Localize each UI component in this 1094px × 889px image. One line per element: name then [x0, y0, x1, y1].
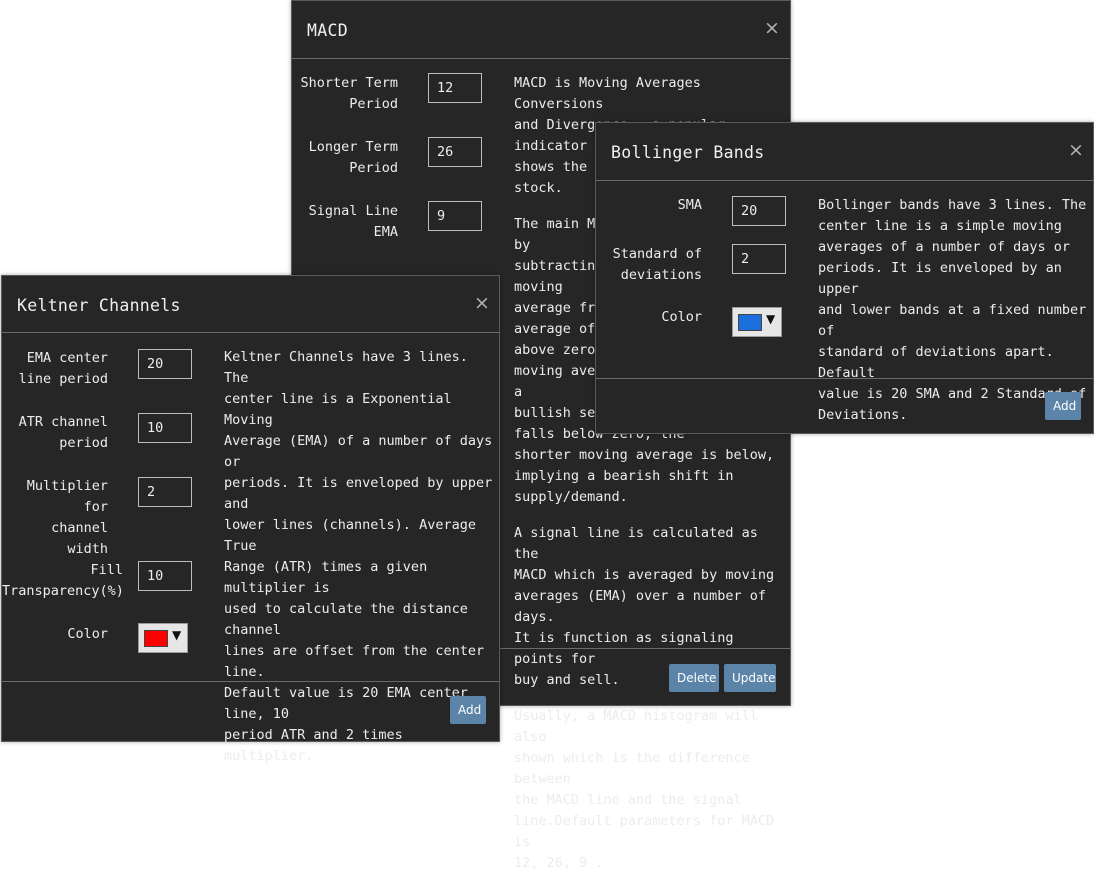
bollinger-title-divider	[596, 180, 1093, 181]
bollinger-dialog-title: Bollinger Bands	[611, 143, 765, 162]
bollinger-footer-divider	[596, 378, 1093, 379]
bollinger-dialog: Bollinger Bands × SMA Standard of deviat…	[595, 122, 1094, 434]
close-icon[interactable]: ×	[764, 19, 780, 38]
atr-channel-period-input[interactable]	[138, 413, 192, 443]
triangle-down-icon: ▼	[172, 628, 182, 642]
add-button[interactable]: Add	[450, 696, 486, 724]
fill-transparency-input[interactable]	[138, 561, 192, 591]
add-button[interactable]: Add	[1045, 392, 1081, 420]
close-icon[interactable]: ×	[474, 294, 490, 313]
longer-term-period-label: Longer Term Period	[308, 139, 398, 176]
macd-dialog-title: MACD	[307, 21, 348, 40]
keltner-dialog-title: Keltner Channels	[17, 296, 181, 315]
bollinger-color-picker[interactable]: ▼	[732, 307, 782, 337]
keltner-color-picker[interactable]: ▼	[138, 623, 188, 653]
sma-input[interactable]	[732, 196, 786, 226]
bollinger-color-label: Color	[661, 309, 702, 325]
color-swatch	[144, 630, 168, 647]
shorter-term-period-label: Shorter Term Period	[300, 75, 398, 112]
longer-term-period-input[interactable]	[428, 137, 482, 167]
keltner-dialog: Keltner Channels × EMA center line perio…	[1, 275, 500, 764]
standard-deviations-label: Standard of deviations	[612, 246, 702, 283]
signal-line-ema-input[interactable]	[428, 201, 482, 231]
close-icon[interactable]: ×	[1068, 141, 1084, 160]
keltner-color-label: Color	[67, 626, 108, 642]
multiplier-channel-width-label: Multiplier for channel width	[26, 478, 108, 557]
keltner-title-divider	[2, 332, 499, 333]
update-button[interactable]: Update	[724, 664, 776, 692]
signal-line-ema-label: Signal Line EMA	[308, 203, 398, 240]
fill-transparency-label: Fill Transparency(%)	[2, 562, 124, 599]
macd-desc-paragraph: Usually, a MACD histogram will also show…	[514, 708, 775, 871]
atr-channel-period-label: ATR channel period	[18, 414, 108, 451]
color-swatch	[738, 314, 762, 331]
standard-deviations-input[interactable]	[732, 244, 786, 274]
macd-title-divider	[292, 58, 790, 59]
ema-center-line-period-input[interactable]	[138, 349, 192, 379]
keltner-footer-divider	[2, 681, 499, 682]
ema-center-line-period-label: EMA center line period	[18, 350, 108, 387]
triangle-down-icon: ▼	[766, 312, 776, 326]
shorter-term-period-input[interactable]	[428, 73, 482, 103]
multiplier-channel-width-input[interactable]	[138, 477, 192, 507]
sma-label: SMA	[677, 197, 702, 213]
delete-button[interactable]: Delete	[669, 664, 719, 692]
